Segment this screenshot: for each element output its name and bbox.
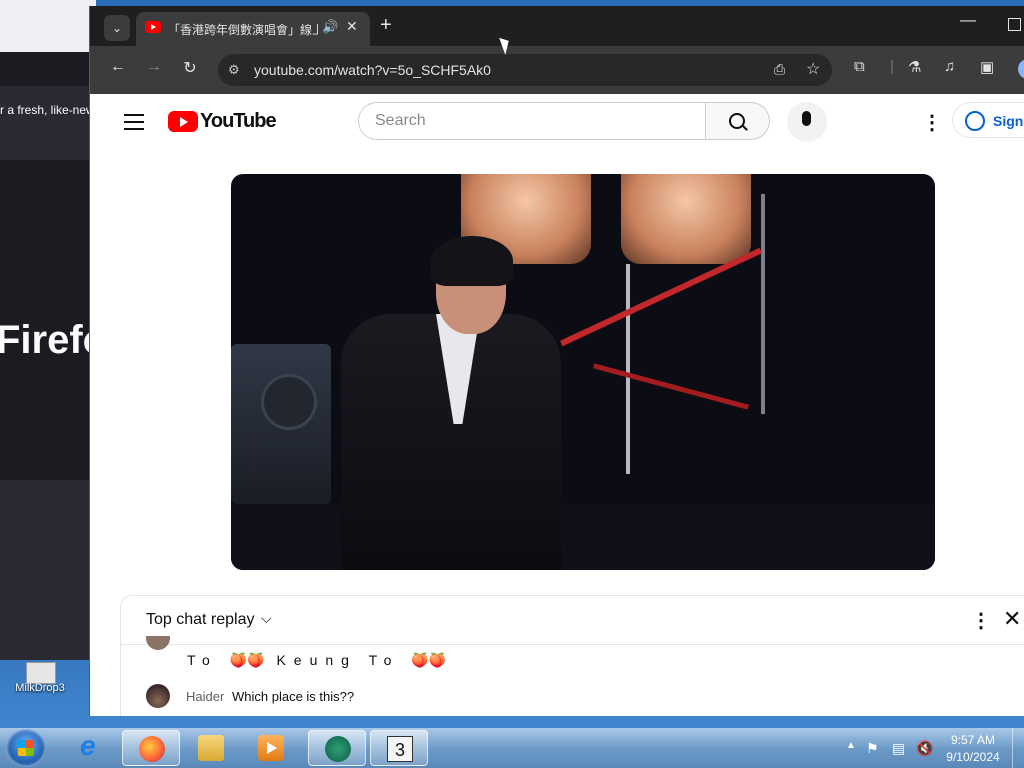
taskbar-chrome[interactable] xyxy=(308,730,366,766)
avatar xyxy=(146,636,170,650)
address-url[interactable]: youtube.com/watch?v=5o_SCHF5Ak0 xyxy=(254,62,491,78)
video-frame-stand xyxy=(626,264,630,474)
background-window-titlebar xyxy=(0,0,96,52)
volume-muted-icon[interactable]: 🔇 xyxy=(916,740,933,757)
tab-youtube[interactable]: 「香港跨年倒數演唱會」線上 🔊 ✕ xyxy=(136,12,370,46)
background-firefox-window[interactable]: r a fresh, like-new Firefo xyxy=(0,0,96,660)
peach-emoji: 🍑🍑 xyxy=(411,652,447,668)
desktop-icon-milkdrop3[interactable]: MilkDrop3 xyxy=(4,660,76,708)
tab-title: 「香港跨年倒數演唱會」線上 xyxy=(168,23,318,37)
video-frame-performer-hair xyxy=(431,236,513,286)
desktop-icon-label: MilkDrop3 xyxy=(15,682,65,694)
browser-toolbar: ← → ↻ ⚙ youtube.com/watch?v=5o_SCHF5Ak0 … xyxy=(90,46,1024,94)
background-lower-panel xyxy=(0,480,96,660)
youtube-masthead: YouTube ⋮ Sign xyxy=(90,94,1024,150)
taskbar-milkdrop3[interactable]: 3 xyxy=(370,730,428,766)
taskbar: e 3 ▲ ⚑ ▤ 🔇 9:57 AM 9/10/2024 xyxy=(0,728,1024,768)
youtube-logo-text[interactable]: YouTube xyxy=(200,110,277,133)
reload-button[interactable]: ↻ xyxy=(178,58,202,78)
side-panel-icon[interactable]: ▣ xyxy=(980,58,994,76)
firefox-icon xyxy=(139,736,165,762)
microphone-icon xyxy=(802,111,811,126)
profile-icon[interactable] xyxy=(1018,59,1024,79)
clock-date[interactable]: 9/10/2024 xyxy=(938,750,1008,764)
video-frame-floor xyxy=(231,504,935,570)
search-icon xyxy=(729,113,745,129)
media-controls-icon[interactable]: ♫ xyxy=(944,58,955,75)
install-icon[interactable]: ⎙ xyxy=(774,61,785,78)
close-tab-icon[interactable]: ✕ xyxy=(346,18,358,35)
background-notice: r a fresh, like-new xyxy=(0,92,96,132)
chevron-down-icon[interactable]: ⌵ xyxy=(261,610,272,627)
video-player[interactable] xyxy=(231,174,935,570)
taskbar-firefox[interactable] xyxy=(122,730,180,766)
background-notice-text: r a fresh, like-new xyxy=(0,103,95,117)
sign-in-label: Sign xyxy=(993,113,1024,129)
chat-author[interactable]: Haider xyxy=(186,689,224,704)
taskbar-media-player[interactable] xyxy=(242,730,300,766)
background-window-tabstrip xyxy=(0,52,96,86)
maximize-button[interactable] xyxy=(1008,18,1021,31)
taskbar-internet-explorer[interactable]: e xyxy=(62,730,120,766)
peach-emoji: 🍑🍑 xyxy=(229,652,265,668)
chat-mode-selector[interactable]: Top chat replay xyxy=(146,611,255,629)
windows-logo-icon xyxy=(18,740,34,756)
extensions-icon[interactable]: ⧉ xyxy=(854,58,865,75)
chat-more-icon[interactable]: ⋮ xyxy=(971,608,991,633)
search-box[interactable] xyxy=(358,102,706,140)
chat-close-icon[interactable]: ✕ xyxy=(1003,606,1021,632)
chrome-window: ⌄ 「香港跨年倒數演唱會」線上 🔊 ✕ + — ← → ↻ ⚙ youtube.… xyxy=(89,6,1024,716)
tab-search-button[interactable]: ⌄ xyxy=(104,15,130,41)
sign-in-button[interactable]: Sign xyxy=(952,102,1024,138)
search-input[interactable] xyxy=(373,111,697,131)
avatar[interactable] xyxy=(146,684,170,708)
folder-icon xyxy=(198,735,224,761)
taskbar-windows-explorer[interactable] xyxy=(182,730,240,766)
youtube-favicon-icon xyxy=(145,21,161,33)
voice-search-button[interactable] xyxy=(787,102,827,142)
show-hidden-icons-icon[interactable]: ▲ xyxy=(846,740,856,751)
chat-message-text: Keung xyxy=(276,652,357,668)
clock-time[interactable]: 9:57 AM xyxy=(938,733,1008,747)
tab-bar: ⌄ 「香港跨年倒數演唱會」線上 🔊 ✕ + — xyxy=(90,6,1024,46)
new-tab-button[interactable]: + xyxy=(380,14,392,37)
site-info-icon[interactable]: ⚙ xyxy=(228,62,240,78)
back-button[interactable]: ← xyxy=(106,58,130,76)
chat-message-text: Which place is this?? xyxy=(232,689,355,704)
minimize-button[interactable]: — xyxy=(960,12,976,30)
youtube-logo-icon[interactable] xyxy=(168,111,198,132)
milkdrop3-icon xyxy=(26,662,56,684)
account-icon xyxy=(965,111,985,131)
media-player-icon xyxy=(258,735,284,761)
settings-more-icon[interactable]: ⋮ xyxy=(922,110,942,135)
chrome-icon xyxy=(325,736,351,762)
chat-replay-panel: Top chat replay ⌵ ⋮ ✕ To 🍑🍑 Keung To 🍑🍑 … xyxy=(120,595,1024,716)
menu-icon[interactable] xyxy=(124,114,144,130)
bookmark-star-icon[interactable]: ☆ xyxy=(806,59,820,79)
chat-message-text: To xyxy=(368,652,400,668)
video-frame-stage-lens xyxy=(261,374,317,430)
start-button[interactable] xyxy=(6,729,46,767)
action-center-flag-icon[interactable]: ⚑ xyxy=(866,740,879,757)
audio-playing-icon[interactable]: 🔊 xyxy=(322,19,338,35)
video-frame-drum-right xyxy=(621,174,751,264)
video-frame-red-bar-2 xyxy=(593,363,749,410)
chat-message-text: To xyxy=(187,652,218,668)
background-brand-text: Firefo xyxy=(0,318,96,362)
chat-message: To 🍑🍑 Keung To 🍑🍑 xyxy=(187,652,446,669)
video-frame-stand-2 xyxy=(761,194,765,414)
address-bar[interactable]: ⚙ youtube.com/watch?v=5o_SCHF5Ak0 ⎙ ☆ xyxy=(218,54,832,86)
forward-button[interactable]: → xyxy=(142,58,166,76)
chat-header: Top chat replay ⌵ ⋮ ✕ xyxy=(121,596,1024,645)
show-desktop-button[interactable] xyxy=(1012,728,1024,768)
network-icon[interactable]: ▤ xyxy=(892,740,905,757)
search-button[interactable] xyxy=(706,102,770,140)
toolbar-divider: | xyxy=(890,58,894,75)
milkdrop3-icon: 3 xyxy=(387,736,413,762)
internet-explorer-icon: e xyxy=(80,730,96,761)
labs-icon[interactable]: ⚗ xyxy=(908,58,921,76)
